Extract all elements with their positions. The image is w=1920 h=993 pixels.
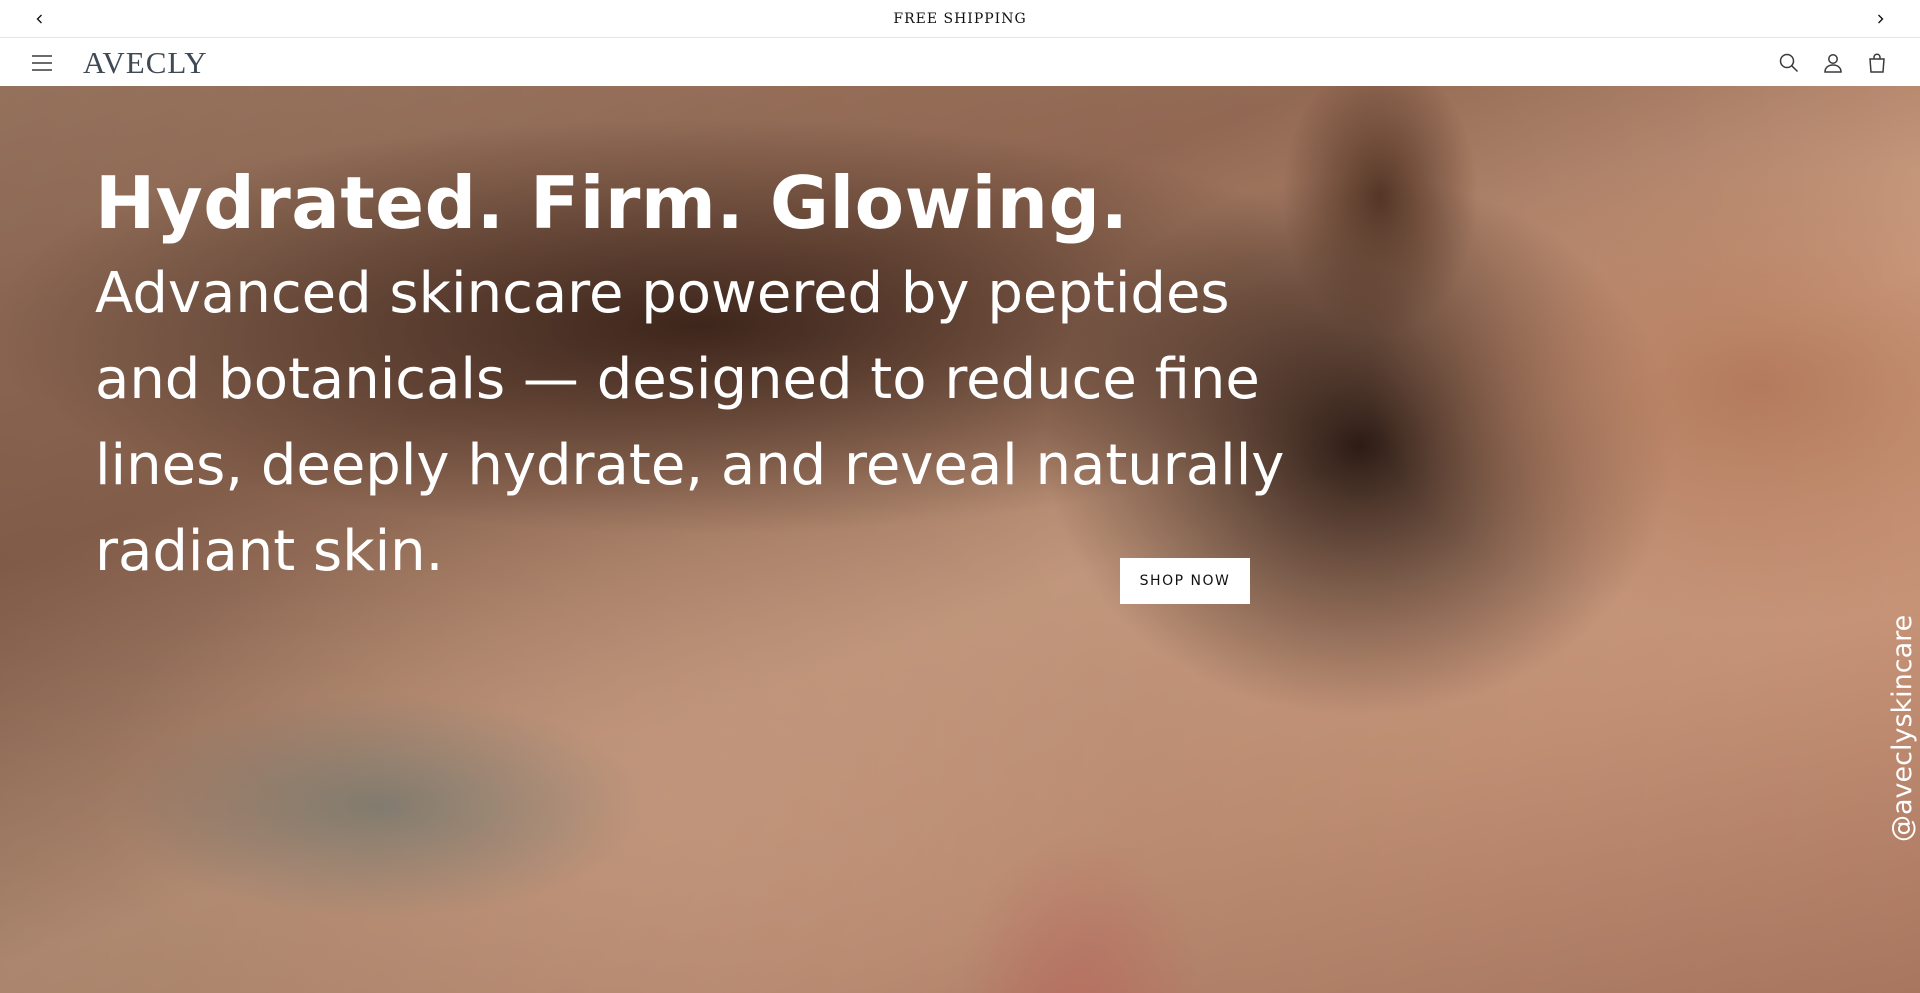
- announcement-message: FREE SHIPPING: [893, 10, 1027, 27]
- header-icons: [1774, 48, 1892, 78]
- announcement-next-button[interactable]: [1868, 7, 1892, 31]
- account-icon: [1824, 54, 1842, 73]
- brand-logo[interactable]: AVECLY: [83, 45, 208, 81]
- search-icon: [1779, 53, 1799, 73]
- cart-button[interactable]: [1862, 48, 1892, 78]
- hero-heading: Hydrated. Firm. Glowing.: [95, 161, 1129, 245]
- site-header: AVECLY: [0, 39, 1920, 86]
- cart-icon: [1869, 53, 1885, 73]
- chevron-right-icon: [1878, 14, 1884, 24]
- chevron-left-icon: [36, 14, 42, 24]
- menu-button[interactable]: [28, 49, 56, 77]
- announcement-prev-button[interactable]: [28, 7, 52, 31]
- account-button[interactable]: [1818, 48, 1848, 78]
- shop-now-button[interactable]: SHOP NOW: [1120, 558, 1250, 604]
- social-handle: @aveclyskincare: [1887, 614, 1918, 842]
- announcement-bar: FREE SHIPPING: [0, 0, 1920, 38]
- hero-subheading: Advanced skincare powered by peptides an…: [95, 261, 1285, 584]
- search-button[interactable]: [1774, 48, 1804, 78]
- hamburger-menu-icon: [32, 55, 52, 71]
- hero-banner: Hydrated. Firm. Glowing. Advanced skinca…: [0, 86, 1920, 993]
